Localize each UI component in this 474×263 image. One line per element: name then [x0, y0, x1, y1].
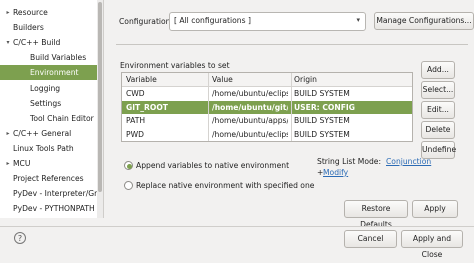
replace-label[interactable]: Replace native environment with specifie… — [136, 181, 314, 190]
configuration-value: [ All configurations ] — [174, 16, 251, 25]
replace-radio[interactable] — [124, 181, 133, 190]
tree-scrollbar-thumb[interactable] — [98, 2, 102, 192]
select-button[interactable]: Select... — [421, 81, 455, 99]
configuration-label: Configuration: — [119, 17, 174, 26]
tree-item-label: PyDev - Interpreter/Gra — [13, 189, 102, 199]
tree-item-label: MCU — [13, 159, 31, 168]
tree-item-label: Project References — [13, 174, 84, 184]
configuration-select[interactable]: [ All configurations ] ▾ — [169, 12, 366, 31]
cell-variable: CWD — [126, 89, 145, 98]
apply-and-close-button[interactable]: Apply and Close — [401, 230, 463, 259]
append-radio[interactable] — [124, 161, 133, 170]
cell-origin: BUILD SYSTEM — [294, 89, 350, 98]
cell-value: /home/ubuntu/apps/eclips — [212, 116, 288, 125]
string-list-mode-label: String List Mode: — [317, 157, 382, 166]
cell-origin: USER: CONFIG — [294, 102, 355, 112]
edit-button[interactable]: Edit... — [421, 101, 455, 119]
chevron-down-icon[interactable]: ▾ — [4, 35, 12, 50]
apply-button[interactable]: Apply — [412, 200, 458, 218]
cell-value: /home/ubuntu/eclipse-wo — [212, 89, 288, 98]
tree-item[interactable]: ▾ C/C++ Build — [0, 35, 98, 50]
tree-item-label: Logging — [30, 83, 61, 93]
append-label[interactable]: Append variables to native environment — [136, 161, 289, 170]
tree-item-label: PyDev - PYTHONPATH — [13, 204, 95, 214]
tree-item-label: Build Variables — [30, 53, 87, 63]
bottom-separator — [0, 226, 474, 227]
column-header-variable[interactable]: Variable — [126, 75, 157, 84]
column-separator — [291, 73, 292, 141]
column-separator — [208, 73, 209, 141]
tree-item[interactable]: Project References — [0, 171, 98, 186]
tree-item[interactable]: ▸ Resource — [0, 5, 98, 20]
tree-item[interactable]: Tool Chain Editor — [0, 111, 98, 126]
tree-item-label: Environment — [30, 68, 79, 78]
cell-origin: BUILD SYSTEM — [294, 129, 350, 139]
table-row[interactable]: PWD/home/ubuntu/eclipse-wo BUILD SYSTEM — [122, 128, 412, 141]
tree-item-label: Tool Chain Editor — [30, 113, 94, 123]
tree-item[interactable]: ▸ MCU — [0, 156, 98, 171]
chevron-down-icon: ▾ — [356, 16, 360, 24]
tree-item[interactable]: Settings — [0, 96, 98, 111]
delete-button[interactable]: Delete — [421, 121, 455, 139]
tree-item[interactable]: Linux Tools Path — [0, 141, 98, 156]
table-row[interactable]: PATH/home/ubuntu/apps/eclips BUILD SYSTEM — [122, 114, 412, 127]
settings-tree: ▸ Resource Builders ▾ C/C++ Build Build Varia… — [0, 0, 104, 218]
cell-origin: BUILD SYSTEM — [294, 116, 350, 125]
table-row[interactable]: CWD/home/ubuntu/eclipse-wo BUILD SYSTEM — [122, 87, 412, 100]
table-header: Variable Value Origin — [122, 73, 412, 87]
tree-sash[interactable] — [104, 0, 112, 218]
column-header-value[interactable]: Value — [212, 75, 233, 84]
tree-scrollbar[interactable] — [97, 0, 103, 218]
tree-item-label: C/C++ General — [13, 128, 72, 138]
cell-value: /home/ubuntu/eclipse-wo — [212, 129, 288, 139]
manage-configurations-button[interactable]: Manage Configurations... — [374, 12, 474, 30]
modify-link[interactable]: Modify — [323, 168, 348, 177]
cell-value: /home/ubuntu/git/bade — [212, 102, 288, 112]
tree-item[interactable]: PyDev - Interpreter/Gra — [0, 186, 102, 201]
environment-label: Environment variables to set — [120, 61, 230, 70]
tree-item-label: C/C++ Build — [13, 38, 61, 48]
table-row[interactable]: GIT_ROOT/home/ubuntu/git/bade USER: CONFI… — [122, 100, 412, 114]
tree-item[interactable]: Logging — [0, 81, 98, 96]
column-header-origin[interactable]: Origin — [294, 75, 317, 84]
cell-variable: PATH — [126, 116, 146, 125]
cell-variable: GIT_ROOT — [126, 102, 168, 112]
tree-item[interactable]: Builders — [0, 20, 98, 35]
tree-item-label: Settings — [30, 98, 62, 108]
tree-item[interactable]: ▸ C/C++ General — [0, 126, 98, 141]
chevron-right-icon[interactable]: ▸ — [4, 5, 12, 20]
conjunction-link[interactable]: Conjunction — [386, 157, 431, 166]
tree-item[interactable]: Run/Debug Settings — [0, 216, 98, 218]
restore-defaults-button[interactable]: Restore Defaults — [344, 200, 408, 229]
cell-variable: PWD — [126, 129, 144, 139]
tree-item[interactable]: Environment — [0, 65, 98, 81]
tree-item-label: Run/Debug Settings — [13, 216, 89, 218]
tree-item[interactable]: PyDev - PYTHONPATH — [0, 201, 98, 216]
environment-table: Variable Value Origin CWD/home/ubuntu/ec… — [121, 72, 413, 142]
tree-item-label: Resource — [13, 8, 48, 17]
add-button[interactable]: Add... — [421, 61, 455, 79]
tree-item-label: Builders — [13, 23, 44, 33]
tree-item-label: Linux Tools Path — [13, 143, 74, 153]
chevron-right-icon[interactable]: ▸ — [4, 126, 12, 141]
tab-strip — [116, 35, 468, 45]
cancel-button[interactable]: Cancel — [344, 230, 397, 248]
chevron-right-icon[interactable]: ▸ — [4, 156, 12, 171]
help-icon[interactable]: ? — [14, 232, 26, 244]
tree-item[interactable]: Build Variables — [0, 50, 98, 65]
